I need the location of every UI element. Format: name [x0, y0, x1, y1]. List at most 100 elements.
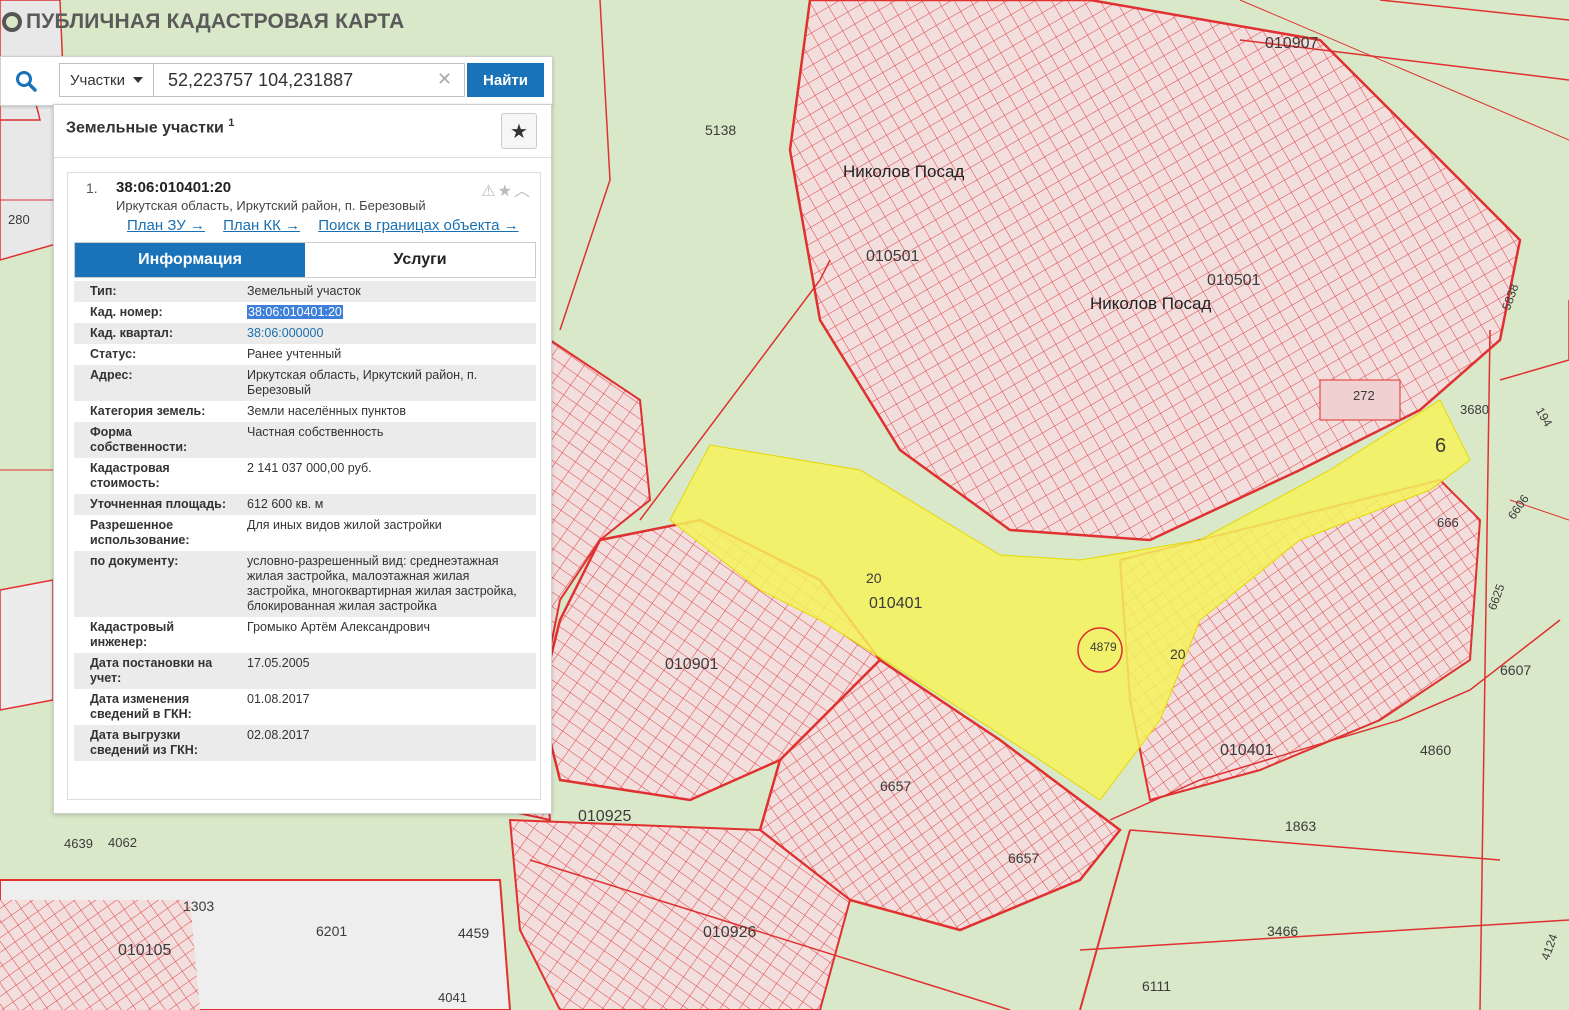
map-label: 6657 — [880, 778, 912, 794]
row-value: Громыко Артём Александрович — [247, 620, 430, 634]
row-value: 612 600 кв. м — [247, 497, 324, 511]
row-value: 38:06:010401:20 — [231, 302, 536, 323]
chevron-down-icon — [133, 77, 143, 83]
panel-title: Земельные участки 1 — [66, 117, 234, 137]
table-row: Тип: Земельный участок — [74, 281, 536, 302]
search-input[interactable] — [153, 63, 465, 97]
row-key: Адрес: — [90, 368, 133, 382]
map-label: 6111 — [1142, 978, 1172, 994]
map-label: 280 — [8, 212, 30, 227]
logo-icon — [2, 12, 22, 32]
row-value: 2 141 037 000,00 руб. — [247, 461, 372, 475]
row-key: Форма собственности: — [90, 425, 188, 454]
result-card: 1. 38:06:010401:20 Иркутская область, Ир… — [67, 172, 541, 800]
row-value: 17.05.2005 — [247, 656, 310, 670]
table-row: Адрес: Иркутская область, Иркутский район… — [74, 365, 536, 401]
map-label: 20 — [1170, 646, 1186, 662]
table-row: по документу: условно-разрешенный вид: ср… — [74, 551, 536, 617]
map-label: 010901 — [665, 656, 719, 673]
table-row: Разрешенное использование: Для иных видов… — [74, 515, 536, 551]
map-label: 6657 — [1008, 850, 1040, 866]
row-key: Уточненная площадь: — [90, 497, 227, 511]
tab-services[interactable]: Услуги — [305, 243, 535, 277]
table-row: Кадастровый инженер: Громыко Артём Алекса… — [74, 617, 536, 653]
map-label: 272 — [1353, 388, 1375, 403]
search-bar: Участки ✕ Найти — [0, 56, 553, 106]
result-index: 1. — [86, 180, 98, 196]
row-key: Статус: — [90, 347, 137, 361]
table-row: Дата выгрузки сведений из ГКН: 02.08.2017 — [74, 725, 536, 761]
map-label: 010907 — [1265, 35, 1319, 52]
row-value: Иркутская область, Иркутский район, п. Б… — [247, 368, 478, 397]
row-value: 38:06:000000 — [231, 323, 536, 344]
info-table: Тип: Земельный участок Кад. номер: 38:06:0… — [74, 281, 536, 761]
chevron-up-icon[interactable]: ︿ — [514, 183, 532, 200]
map-label: 666 — [1437, 515, 1459, 530]
map-label: 4041 — [438, 990, 467, 1005]
table-row: Кадастровая стоимость: 2 141 037 000,00 р… — [74, 458, 536, 494]
search-type-label: Участки — [70, 71, 125, 89]
map-label: 4860 — [1420, 742, 1452, 758]
row-key: Кадастровый инженер: — [90, 620, 175, 649]
plan-kk-link[interactable]: План КК → — [223, 217, 300, 234]
row-key: Дата изменения сведений в ГКН: — [90, 692, 192, 721]
cad-number-value[interactable]: 38:06:010401:20 — [247, 305, 343, 319]
tabs: Информация Услуги — [74, 242, 536, 278]
table-row: Кад. номер: 38:06:010401:20 — [74, 302, 536, 323]
row-value: 01.08.2017 — [247, 692, 310, 706]
row-value: Частная собственность — [247, 425, 384, 439]
tab-info[interactable]: Информация — [75, 243, 305, 277]
map-label: 010105 — [118, 942, 172, 959]
map-label: 5138 — [705, 122, 737, 138]
map-label: 6201 — [316, 923, 348, 939]
star-icon[interactable]: ★ — [498, 183, 514, 200]
row-value: Для иных видов жилой застройки — [247, 518, 442, 532]
row-key: Тип: — [90, 284, 117, 298]
plan-zu-link[interactable]: План ЗУ → — [127, 217, 205, 234]
table-row: Статус: Ранее учтенный — [74, 344, 536, 365]
favorite-button[interactable]: ★ — [501, 113, 537, 149]
row-key: Кадастровая стоимость: — [90, 461, 170, 490]
map-label: 20 — [866, 570, 882, 586]
find-button[interactable]: Найти — [467, 63, 544, 97]
row-key: Дата постановки на учет: — [90, 656, 213, 685]
row-value: Земли населённых пунктов — [247, 404, 406, 418]
table-row: Дата изменения сведений в ГКН: 01.08.2017 — [74, 689, 536, 725]
search-icon[interactable] — [9, 65, 43, 97]
row-key: Кад. квартал: — [90, 326, 173, 340]
table-row: Кад. квартал: 38:06:000000 — [74, 323, 536, 344]
search-in-bounds-link[interactable]: Поиск в границах объекта → — [318, 217, 518, 234]
result-address: Иркутская область, Иркутский район, п. Б… — [116, 198, 426, 213]
divider — [54, 157, 551, 158]
row-key: Кад. номер: — [90, 305, 163, 319]
map-label: 4639 — [64, 836, 93, 851]
star-icon: ★ — [510, 120, 528, 143]
map-label: 3466 — [1267, 923, 1299, 939]
search-type-select[interactable]: Участки — [59, 63, 153, 97]
table-row: Форма собственности: Частная собственност… — [74, 422, 536, 458]
app-title-text: ПУБЛИЧНАЯ КАДАСТРОВАЯ КАРТА — [26, 10, 405, 33]
map-label: 1863 — [1285, 818, 1317, 834]
map-label: 010501 — [866, 248, 920, 265]
result-cad-number[interactable]: 38:06:010401:20 — [116, 179, 231, 196]
map-label: Николов Посад — [1090, 294, 1212, 313]
map-label: 3680 — [1460, 402, 1489, 417]
map-label: 010501 — [1207, 272, 1261, 289]
map-label: 1303 — [183, 898, 215, 914]
map-label: 010926 — [703, 924, 757, 941]
app-title: ПУБЛИЧНАЯ КАДАСТРОВАЯ КАРТА — [2, 10, 404, 34]
row-value: 02.08.2017 — [247, 728, 310, 742]
map-label: Николов Посад — [843, 162, 965, 181]
map-label: 4062 — [108, 835, 137, 850]
row-value: условно-разрешенный вид: среднеэтажная ж… — [247, 554, 517, 613]
row-value: Земельный участок — [247, 284, 361, 298]
warning-icon[interactable]: ⚠ — [481, 183, 497, 200]
map-label: 010401 — [1220, 742, 1274, 759]
row-key: Категория земель: — [90, 404, 206, 418]
table-row: Категория земель: Земли населённых пункто… — [74, 401, 536, 422]
result-actions: ⚠★︿ — [481, 177, 532, 201]
cad-quarter-link[interactable]: 38:06:000000 — [247, 326, 323, 340]
clear-icon[interactable]: ✕ — [437, 69, 452, 90]
result-links: План ЗУ → План КК → Поиск в границах объ… — [127, 217, 533, 234]
map-label: 4459 — [458, 925, 490, 941]
